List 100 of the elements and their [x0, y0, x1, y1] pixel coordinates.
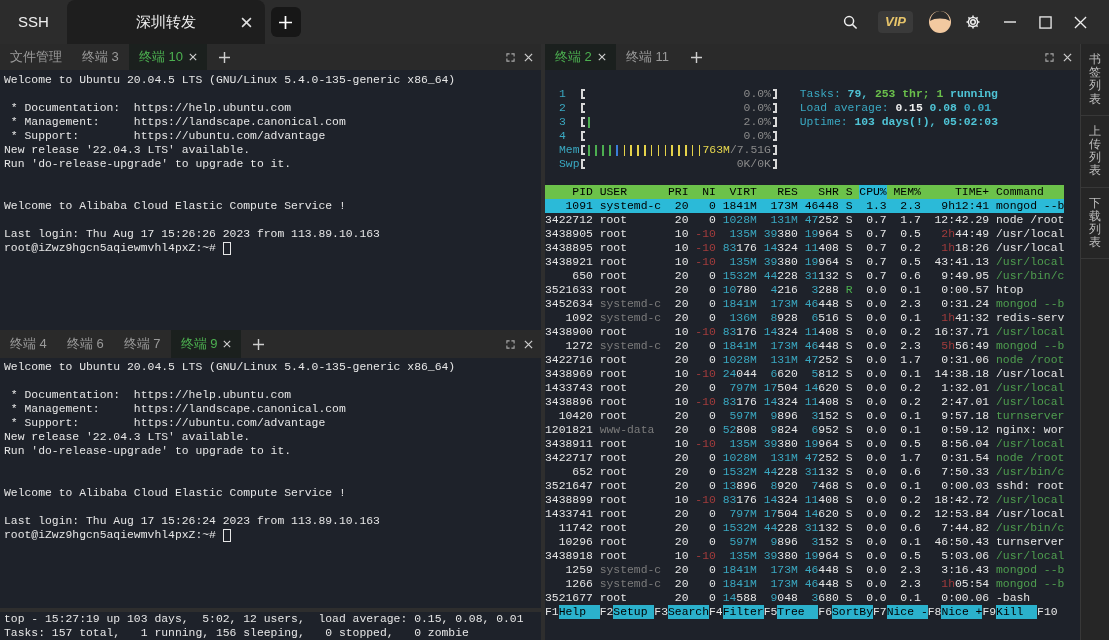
process-row[interactable]: 11742 root 20 0 1532M 44228 31132 S 0.0 0.6 7:44.82 /usr/bin/c: [545, 521, 1065, 535]
table-cell: /usr/local: [996, 549, 1065, 563]
terminal-tab[interactable]: 终端 10: [128, 44, 207, 70]
process-row[interactable]: 3438911 root 10 -10 135M 39380 19964 S 0.0 0.5 8:56.04 /usr/local: [545, 437, 1065, 451]
process-row[interactable]: 3438918 root 10 -10 135M 39380 19964 S 0.0 0.5 5:03.06 /usr/local: [545, 549, 1065, 563]
table-cell-text: 0.7: [865, 255, 887, 269]
process-row[interactable]: 1259 systemd-c 20 0 1841M 173M 46448 S 0.0 2.3 3:16.43 mongod --b: [545, 563, 1065, 577]
window-tab[interactable]: SSH: [0, 0, 67, 44]
table-cell: 3438911: [545, 437, 593, 451]
table-cell-text: 9h12:41: [940, 199, 990, 213]
column-header[interactable]: SHR: [804, 185, 839, 199]
process-row[interactable]: 3422717 root 20 0 1028M 131M 47252 S 0.0 1.7 0:31.54 node /root: [545, 451, 1065, 465]
expand-icon[interactable]: [506, 339, 515, 349]
table-cell-text: 0.7: [865, 269, 887, 283]
table-cell: 11408: [804, 395, 839, 409]
process-row[interactable]: 3438905 root 10 -10 135M 39380 19964 S 0.7 0.5 2h44:49 /usr/local: [545, 227, 1065, 241]
process-row[interactable]: 3521677 root 20 0 14588 9048 3680 S 0.0 0.1 0:00.06 -bash: [545, 591, 1065, 605]
column-header[interactable]: USER: [599, 185, 662, 199]
process-row[interactable]: 1092 systemd-c 20 0 136M 8928 6516 S 0.0 0.1 1h41:32 redis-serv: [545, 311, 1065, 325]
column-header[interactable]: S: [845, 185, 853, 199]
table-cell: node /root: [996, 213, 1065, 227]
process-row[interactable]: 1201821 www-data 20 0 52808 9824 6952 S 0.0 0.1 0:59.12 nginx: wor: [545, 423, 1065, 437]
side-panel-tab[interactable]: 下载列表: [1089, 190, 1101, 256]
expand-icon[interactable]: [506, 52, 515, 62]
vip-badge[interactable]: VIP: [878, 11, 913, 33]
process-row[interactable]: 3438969 root 10 -10 24044 6620 5812 S 0.0 0.1 14:38.18 /usr/local: [545, 367, 1065, 381]
column-header[interactable]: VIRT: [722, 185, 757, 199]
settings-icon[interactable]: [965, 14, 981, 30]
table-cell-text: 0.0: [865, 479, 887, 493]
terminal-tab[interactable]: 终端 7: [113, 330, 171, 358]
close-icon[interactable]: [188, 53, 197, 61]
new-tab-button[interactable]: [270, 7, 301, 37]
process-row[interactable]: 1266 systemd-c 20 0 1841M 173M 46448 S 0.0 2.3 1h05:54 mongod --b: [545, 577, 1065, 591]
process-row[interactable]: 652 root 20 0 1532M 44228 31132 S 0.0 0.6 7:50.33 /usr/bin/c: [545, 465, 1065, 479]
process-row[interactable]: 3438921 root 10 -10 135M 39380 19964 S 0.7 0.5 43:41.13 /usr/local: [545, 255, 1065, 269]
terminal-tab[interactable]: 终端 2: [545, 44, 616, 70]
search-icon[interactable]: [843, 14, 859, 30]
close-icon[interactable]: [240, 16, 252, 28]
process-row[interactable]: 10420 root 20 0 597M 9896 3152 S 0.0 0.1 9:57.18 turnserver: [545, 409, 1065, 423]
column-header[interactable]: CPU%: [859, 185, 887, 199]
table-cell: turnserver: [996, 409, 1065, 423]
column-header[interactable]: NI: [695, 185, 716, 199]
close-icon[interactable]: [223, 340, 232, 348]
process-row[interactable]: 3422716 root 20 0 1028M 131M 47252 S 0.0 1.7 0:31.06 node /root: [545, 353, 1065, 367]
function-key-label[interactable]: Tree: [777, 605, 819, 619]
table-cell: 83176: [722, 395, 757, 409]
column-header[interactable]: Command: [996, 185, 1065, 199]
process-row[interactable]: 10296 root 20 0 597M 9896 3152 S 0.0 0.1 46:50.43 turnserver: [545, 535, 1065, 549]
terminal-tab[interactable]: 文件管理: [0, 44, 72, 70]
maximize-icon[interactable]: [1039, 15, 1052, 29]
process-row[interactable]: 1091 systemd-c 20 0 1841M 173M 46448 S 1.3 2.3 9h12:41 mongod --b: [545, 199, 1065, 213]
table-cell-text: 0:31.06: [940, 353, 990, 367]
process-row[interactable]: 3438896 root 10 -10 83176 14324 11408 S 0.0 0.2 2:47.01 /usr/local: [545, 395, 1065, 409]
table-cell: 46448: [804, 297, 839, 311]
side-panel-tab[interactable]: 书签列表: [1089, 47, 1101, 112]
close-icon[interactable]: [1063, 52, 1072, 62]
function-key-label[interactable]: Nice -: [886, 605, 928, 619]
close-icon[interactable]: [524, 52, 533, 62]
function-key-label[interactable]: Nice +: [941, 605, 983, 619]
column-header[interactable]: RES: [763, 185, 798, 199]
table-cell-text: 1.7: [899, 451, 921, 465]
process-row[interactable]: 3521633 root 20 0 10780 4216 3288 R 0.0 0.1 0:00.57 htop: [545, 283, 1065, 297]
function-key-label[interactable]: SortBy: [832, 605, 874, 619]
terminal-tab[interactable]: 终端 3: [72, 44, 129, 70]
column-header[interactable]: PID: [545, 185, 593, 199]
function-key-label[interactable]: Setup: [613, 605, 655, 619]
column-header[interactable]: PRI: [668, 185, 689, 199]
process-row[interactable]: 1433741 root 20 0 797M 17504 14620 S 0.0 0.2 12:53.84 /usr/local: [545, 507, 1065, 521]
terminal-tab[interactable]: 终端 11: [615, 44, 679, 70]
table-cell-text: 8:56.04: [940, 437, 990, 451]
process-row[interactable]: 3438895 root 10 -10 83176 14324 11408 S 0.7 0.2 1h18:26 /usr/local: [545, 241, 1065, 255]
expand-icon[interactable]: [1045, 52, 1054, 62]
side-panel-tab[interactable]: 上传列表: [1089, 118, 1101, 184]
table-cell-text: 6516: [810, 311, 839, 325]
function-key-label[interactable]: Help: [558, 605, 600, 619]
process-row[interactable]: 3438900 root 10 -10 83176 14324 11408 S 0.0 0.2 16:37.71 /usr/local: [545, 325, 1065, 339]
table-cell-text: 8920: [769, 479, 798, 493]
process-row[interactable]: 1433743 root 20 0 797M 17504 14620 S 0.0 0.2 1:32.01 /usr/local: [545, 381, 1065, 395]
column-header[interactable]: MEM%: [893, 185, 921, 199]
terminal-tab[interactable]: 终端 4: [0, 330, 57, 358]
table-cell: 14324: [763, 395, 798, 409]
process-row[interactable]: 3452634 systemd-c 20 0 1841M 173M 46448 S 0.0 2.3 0:31.24 mongod --b: [545, 297, 1065, 311]
avatar-icon[interactable]: [929, 11, 951, 33]
table-cell-text: 0.7: [865, 227, 887, 241]
process-row[interactable]: 3438899 root 10 -10 83176 14324 11408 S 0.0 0.2 18:42.72 /usr/local: [545, 493, 1065, 507]
function-key-label[interactable]: Search: [668, 605, 709, 619]
process-row[interactable]: 650 root 20 0 1532M 44228 31132 S 0.7 0.6 9:49.95 /usr/bin/c: [545, 269, 1065, 283]
function-key-label[interactable]: Filter: [722, 605, 764, 619]
close-icon[interactable]: [524, 339, 533, 349]
window-tab[interactable]: 深圳转发: [66, 0, 265, 44]
table-cell-text: root: [599, 255, 628, 269]
process-row[interactable]: 3422712 root 20 0 1028M 131M 47252 S 0.7 1.7 12:42.29 node /root: [545, 213, 1065, 227]
column-header[interactable]: TIME+: [927, 185, 990, 199]
terminal-tab[interactable]: 终端 9: [170, 330, 242, 358]
function-key-label[interactable]: Kill: [996, 605, 1038, 619]
process-row[interactable]: 3521647 root 20 0 13896 8920 7468 S 0.0 0.1 0:00.03 sshd: root: [545, 479, 1065, 493]
close-icon[interactable]: [597, 53, 606, 61]
table-cell-text: root: [599, 493, 628, 507]
terminal-tab[interactable]: 终端 6: [56, 330, 114, 358]
process-row[interactable]: 1272 systemd-c 20 0 1841M 173M 46448 S 0.0 2.3 5h56:49 mongod --b: [545, 339, 1065, 353]
